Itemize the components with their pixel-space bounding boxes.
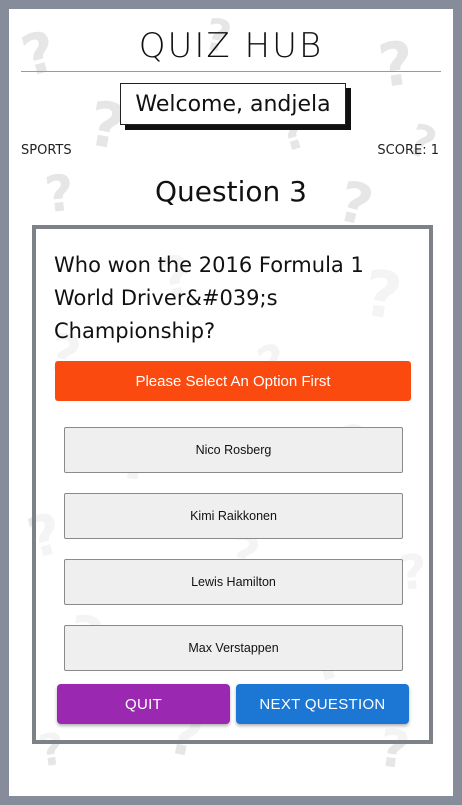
answer-option-1[interactable]: Nico Rosberg: [64, 427, 403, 473]
question-card: Who won the 2016 Formula 1 World Driver&…: [32, 225, 433, 744]
quit-button[interactable]: QUIT: [57, 684, 230, 724]
app-frame: ? ? ? ? ? ? ? ? ? ? ? ? ? ? ? ? ? ? ? ? …: [0, 0, 462, 805]
select-option-alert: Please Select An Option First: [55, 361, 411, 401]
answer-option-2[interactable]: Kimi Raikkonen: [64, 493, 403, 539]
next-question-button[interactable]: NEXT QUESTION: [236, 684, 409, 724]
category-label: SPORTS: [21, 143, 72, 158]
app-title: QUIZ HUB: [138, 26, 324, 66]
answer-option-3[interactable]: Lewis Hamilton: [64, 559, 403, 605]
title-divider: [21, 71, 441, 72]
question-number: Question 3: [155, 175, 307, 208]
question-text: Who won the 2016 Formula 1 World Driver&…: [54, 253, 364, 343]
score-label: SCORE: 1: [377, 143, 439, 158]
welcome-banner: Welcome, andjela: [120, 83, 346, 125]
answer-option-4[interactable]: Max Verstappen: [64, 625, 403, 671]
